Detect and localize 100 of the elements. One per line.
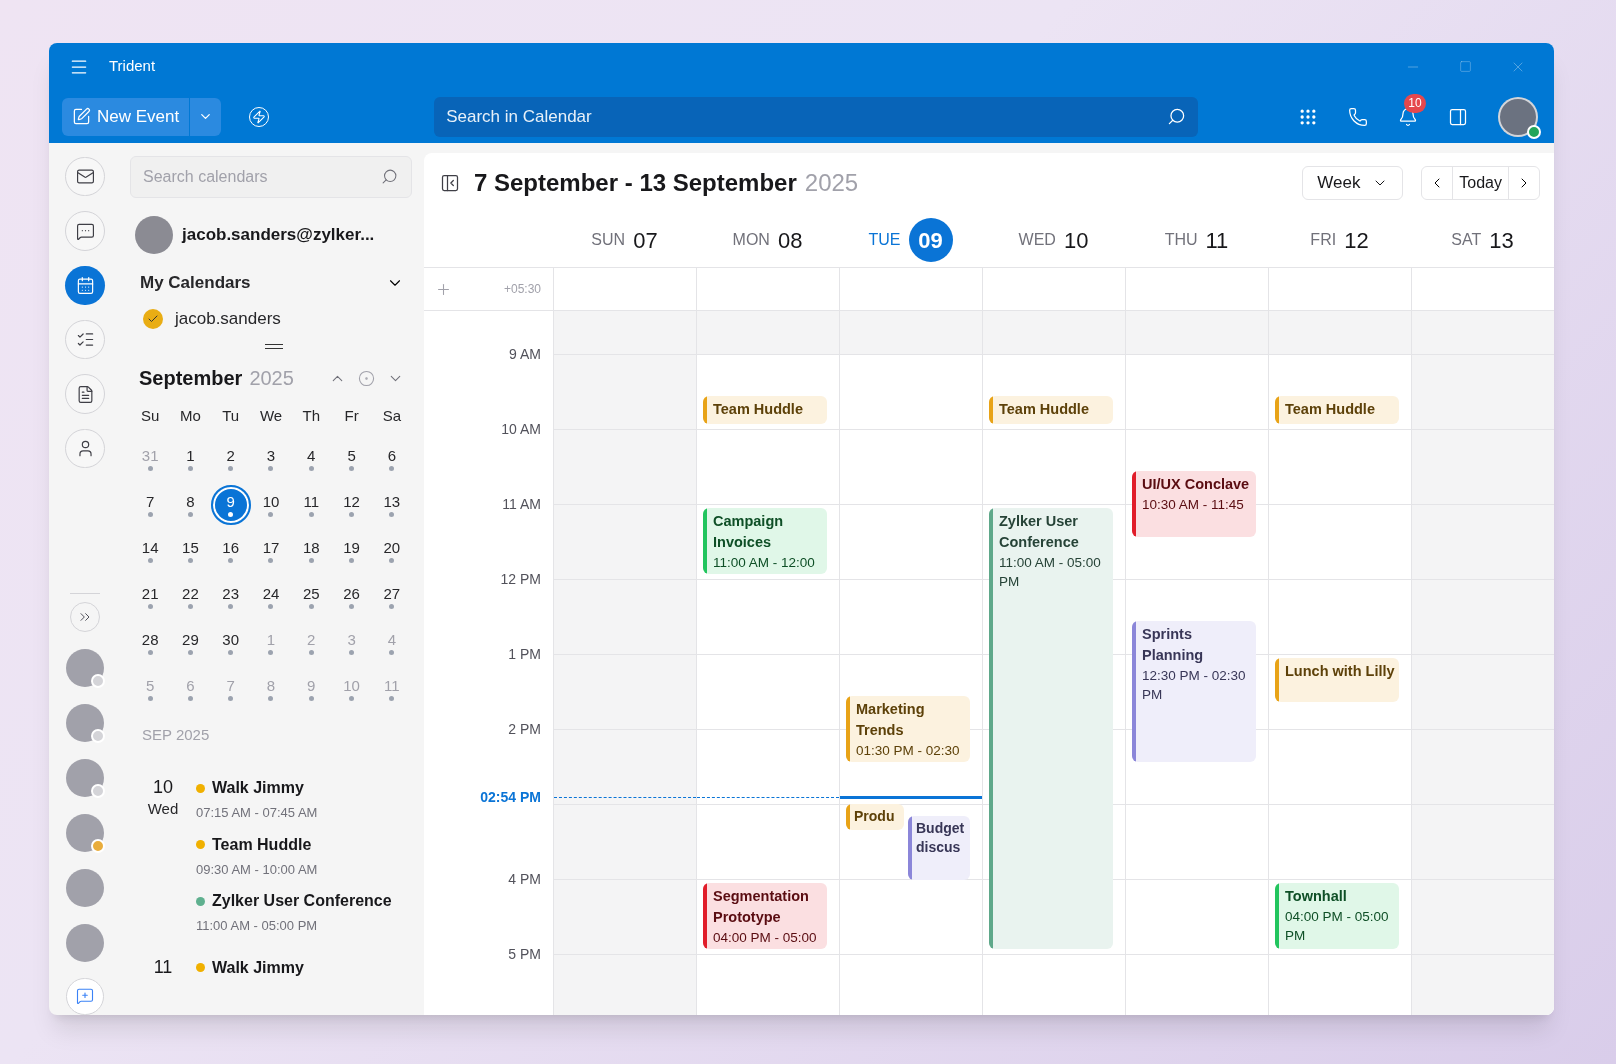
search-field[interactable]: Search in Calendar	[434, 96, 1199, 137]
search-icon[interactable]	[1167, 106, 1187, 126]
day-cell[interactable]: 14	[132, 532, 169, 569]
time-label: 12 PM	[500, 569, 541, 589]
app-rail-button[interactable]	[65, 157, 105, 197]
event-title: Townhall	[1285, 887, 1348, 906]
day-cell[interactable]: 29	[172, 624, 209, 661]
day-number: 11	[1205, 226, 1229, 255]
agenda-event-title: Walk Jimmy	[212, 957, 304, 978]
calendar-event[interactable]: Team Huddle	[989, 395, 1113, 424]
time-label: 11 AM	[502, 494, 541, 514]
contact-photo[interactable]	[66, 813, 104, 852]
time-label: 1 PM	[508, 644, 541, 664]
calendar-event[interactable]: Campaign Invoices 11:00 AM - 12:00	[703, 508, 827, 574]
day-cell[interactable]: 8	[172, 486, 209, 523]
check-icon	[147, 313, 159, 325]
day-cell[interactable]: 24	[253, 578, 289, 615]
day-cell[interactable]: 5	[333, 440, 370, 477]
contact-photo[interactable]	[66, 868, 104, 907]
day-cell[interactable]: 10	[253, 486, 289, 523]
day-cell[interactable]: 20	[373, 532, 410, 569]
agenda-event[interactable]: Walk Jimmy 07:15 AM - 07:45 AM	[196, 776, 392, 823]
day-cell[interactable]: 2	[212, 440, 249, 477]
collapse-sidebar-icon[interactable]	[440, 173, 460, 193]
calendar-event[interactable]: Team Huddle	[703, 395, 827, 424]
calendar-event[interactable]: Budget discus	[908, 815, 970, 880]
contact-photo[interactable]	[66, 703, 104, 742]
event-title: Lunch with Lilly	[1285, 662, 1395, 681]
weekday-label: Fr	[343, 406, 360, 426]
event-time: 04:00 PM - 05:00 PM	[1285, 908, 1390, 945]
day-cell[interactable]: 19	[333, 532, 370, 569]
agenda-event-title: Walk Jimmy	[212, 778, 304, 798]
calendar-event[interactable]: UI/UX Conclave 10:30 AM - 11:45	[1132, 470, 1256, 537]
search-icon[interactable]	[381, 168, 398, 185]
calendar-event[interactable]: Townhall 04:00 PM - 05:00 PM	[1275, 883, 1399, 949]
time-label: 10 AM	[501, 419, 541, 439]
day-cell[interactable]: 16	[212, 532, 249, 569]
app-rail-button[interactable]	[65, 265, 105, 306]
calendar-event[interactable]: Produ	[846, 804, 905, 831]
new-chat-button[interactable]	[66, 977, 104, 1015]
calendar-event[interactable]: Marketing Trends 01:30 PM - 02:30	[846, 695, 970, 762]
calendar-event[interactable]: Team Huddle	[1275, 395, 1399, 424]
weekday-label: Tu	[221, 406, 241, 426]
calendar-event[interactable]: Segmentation Prototype 04:00 PM - 05:00	[703, 883, 827, 949]
day-cell[interactable]: 11	[293, 486, 330, 523]
view-dropdown[interactable]: Week	[1302, 166, 1404, 200]
event-time: 01:30 PM - 02:30	[856, 741, 961, 760]
agenda-event[interactable]: Zylker User Conference 11:00 AM - 05:00 PM	[196, 889, 392, 936]
profile-photo[interactable]	[1498, 96, 1538, 137]
day-cell[interactable]: 18	[293, 532, 330, 569]
chat-icon	[75, 221, 95, 241]
calendar-event[interactable]: Sprints Planning 12:30 PM - 02:30 PM	[1132, 620, 1256, 762]
day-cell[interactable]: 6	[373, 440, 410, 477]
contact-photo[interactable]	[66, 758, 104, 797]
resize-handle[interactable]	[265, 344, 283, 349]
day-cell[interactable]: 26	[333, 578, 370, 615]
calendar-event[interactable]: Lunch with Lilly	[1275, 658, 1399, 702]
bell-icon[interactable]	[1398, 106, 1418, 127]
day-cell[interactable]: 25	[293, 578, 330, 615]
day-cell[interactable]: 1	[172, 440, 209, 477]
day-cell[interactable]: 15	[172, 532, 209, 569]
calendar-search-field[interactable]: Search calendars	[130, 156, 412, 198]
contact-photo[interactable]	[66, 648, 104, 687]
today-button[interactable]: Today	[1453, 167, 1509, 199]
day-cell[interactable]: 28	[132, 624, 169, 661]
app-rail-button[interactable]	[65, 211, 105, 251]
my-calendars-header[interactable]: My Calendars	[140, 268, 404, 298]
current-time-label: 02:54 PM	[480, 787, 541, 806]
event-title: Sprints Planning	[1142, 624, 1205, 665]
calendar-icon	[75, 275, 95, 295]
calendar-event[interactable]: Zylker User Conference 11:00 AM - 05:00 PM	[989, 508, 1113, 949]
day-cell[interactable]: 9	[212, 486, 249, 523]
day-cell[interactable]: 17	[253, 532, 289, 569]
agenda-event[interactable]: Team Huddle 09:30 AM - 10:00 AM	[196, 832, 392, 879]
day-cell[interactable]: 4	[293, 440, 330, 477]
event-title: UI/UX Conclave	[1142, 474, 1250, 494]
compose-icon	[72, 107, 91, 126]
time-label: 9 AM	[509, 344, 541, 364]
day-cell[interactable]: 3	[253, 440, 289, 477]
day-number: 09	[908, 218, 953, 262]
day-cell[interactable]: 13	[373, 486, 410, 523]
day-cell[interactable]: 22	[172, 578, 209, 615]
today-dot-icon[interactable]	[358, 369, 375, 387]
day-cell[interactable]: 30	[212, 624, 249, 661]
event-time: 12:30 PM - 02:30 PM	[1142, 666, 1247, 704]
contact-photo[interactable]	[66, 923, 104, 962]
day-cell[interactable]: 23	[212, 578, 249, 615]
day-cell[interactable]: 7	[132, 486, 169, 523]
side-panel-icon[interactable]	[1448, 106, 1468, 127]
app-rail-button[interactable]	[65, 374, 105, 414]
new-event-button[interactable]: New Event	[62, 97, 190, 136]
agenda-event[interactable]: Walk Jimmy	[196, 955, 304, 980]
phone-icon[interactable]	[1348, 106, 1368, 127]
day-cell[interactable]: 21	[132, 578, 169, 615]
event-title: Marketing Trends	[856, 699, 926, 740]
weekday-label: We	[258, 406, 284, 426]
calendar-checkbox[interactable]	[143, 309, 163, 329]
weekday-label: Th	[301, 406, 322, 426]
day-cell[interactable]: 12	[333, 486, 370, 523]
day-cell[interactable]: 27	[373, 578, 410, 615]
